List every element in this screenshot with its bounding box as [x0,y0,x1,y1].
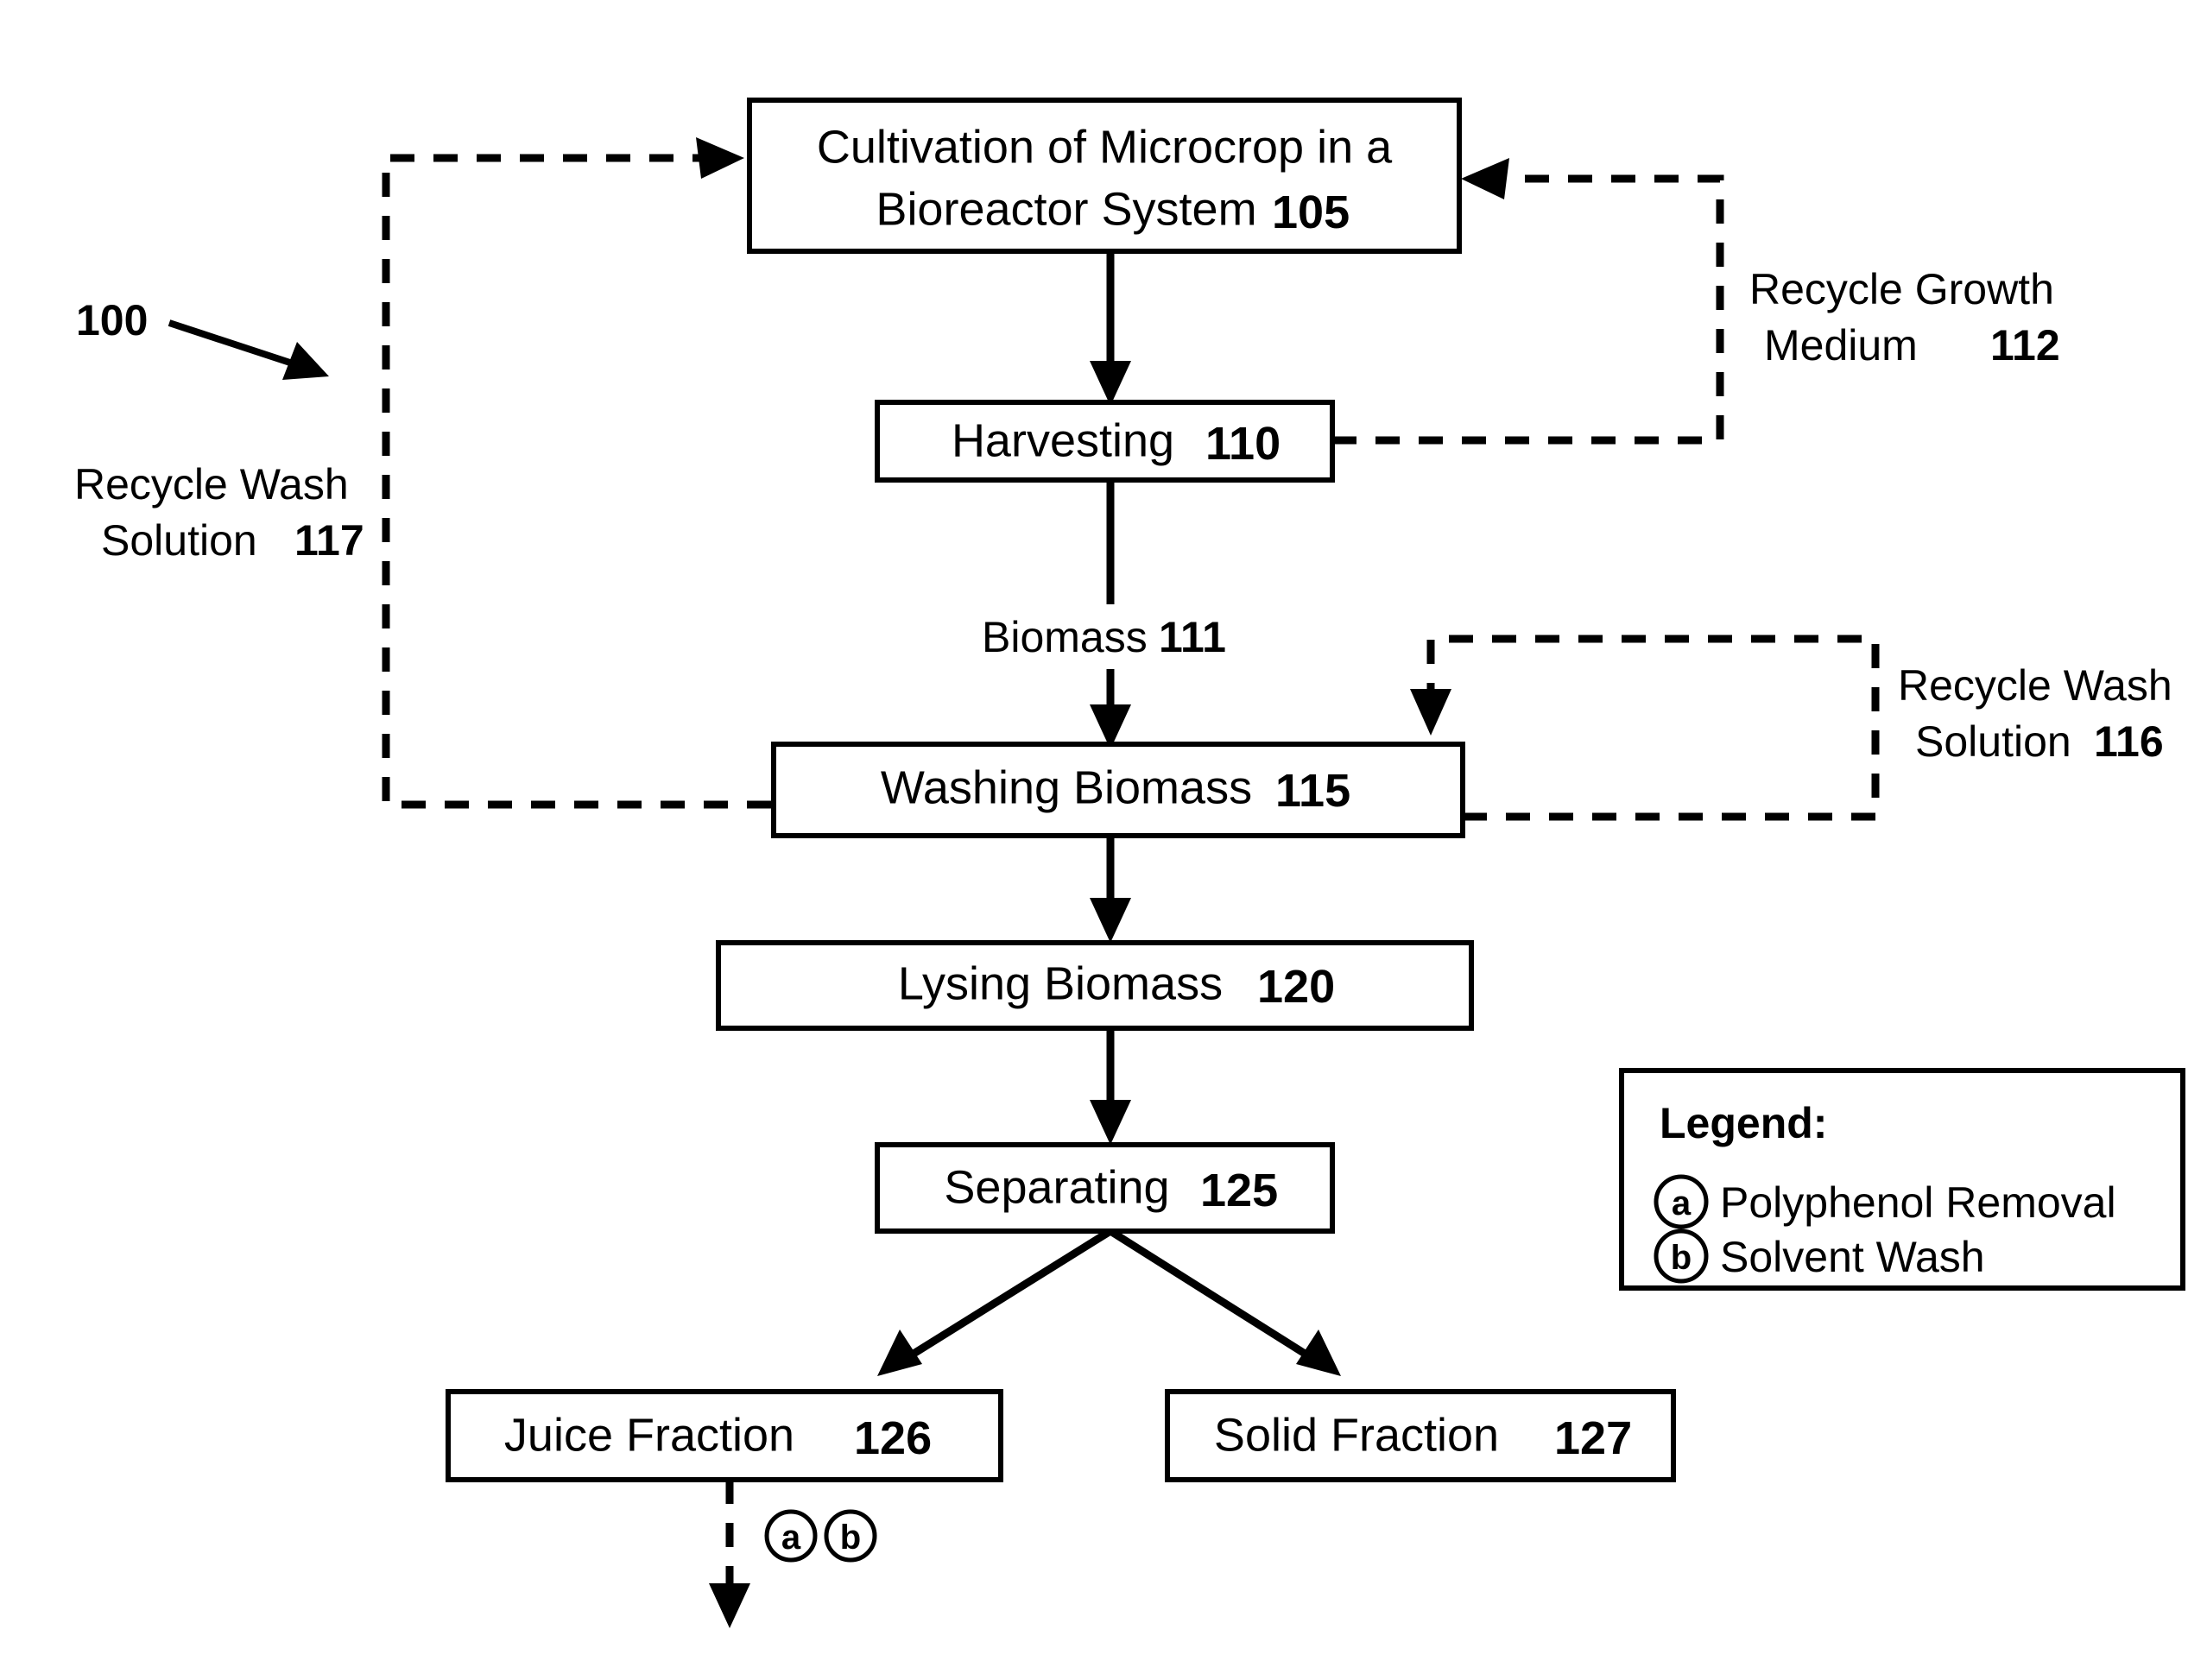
label-112-number: 112 [1990,321,2060,369]
label-112-line1: Recycle Growth [1749,265,2054,313]
box-harvesting-110[interactable]: Harvesting 110 [875,400,1335,483]
box-lysing-label: Lysing Biomass [898,957,1223,1009]
box-juice-fraction-number: 126 [854,1412,932,1464]
box-solid-fraction-label: Solid Fraction [1214,1409,1499,1461]
label-116-number: 116 [2094,717,2164,766]
box-washing-number: 115 [1275,765,1350,817]
box-separating-number: 125 [1200,1165,1278,1216]
label-117-number: 117 [294,516,364,565]
box-solid-fraction-127[interactable]: Solid Fraction 127 [1165,1389,1676,1482]
box-separating-125[interactable]: Separating 125 [875,1142,1335,1234]
label-biomass-111: Biomass 111 [982,613,1226,661]
legend-symbol-a: a [1672,1184,1692,1222]
flowchart-canvas: Cultivation of Microcrop in a Bioreactor… [74,98,2185,1628]
label-117-line1: Recycle Wash [74,460,349,508]
box-separating-label: Separating [944,1161,1169,1213]
box-cultivation-line2: Bioreactor System [876,183,1256,235]
arrow-separating-to-solid-fraction [1108,1228,1341,1376]
label-116-line2: Solution [1915,717,2071,766]
juice-fraction-output-path [709,1480,750,1628]
recycle-wash-solution-117-path [382,137,771,809]
arrow-cultivation-to-harvesting [1090,251,1131,406]
box-lysing-120[interactable]: Lysing Biomass 120 [716,940,1474,1031]
marker-a-circle: a [764,1509,818,1563]
label-116-line1: Recycle Wash [1898,661,2172,710]
box-lysing-number: 120 [1257,961,1335,1013]
label-biomass-text: Biomass [982,613,1148,661]
patent-flowchart-figure: Cultivation of Microcrop in a Bioreactor… [0,0,2207,1680]
figure-reference-numeral: 100 [76,296,148,344]
box-washing-label: Washing Biomass [881,761,1252,813]
box-solid-fraction-number: 127 [1554,1412,1632,1464]
marker-a-letter: a [781,1519,801,1557]
figure-reference-100: 100 [76,296,148,344]
label-recycle-growth-medium-112: Recycle Growth Medium 112 [1749,265,2060,369]
box-cultivation-number: 105 [1272,186,1350,238]
box-juice-fraction-label: Juice Fraction [504,1409,794,1461]
arrow-lysing-to-separating [1090,1028,1131,1145]
arrow-separating-to-juice-fraction [877,1228,1113,1376]
arrow-washing-to-lysing [1090,836,1131,943]
marker-b-circle: b [824,1509,877,1563]
legend-symbol-b: b [1671,1239,1692,1277]
label-biomass-number: 111 [1159,613,1226,661]
label-recycle-wash-solution-117: Recycle Wash Solution 117 [74,460,364,565]
legend-label-a: Polyphenol Removal [1720,1178,2116,1227]
figure-reference-arrow [168,319,329,380]
box-cultivation-105[interactable]: Cultivation of Microcrop in a Bioreactor… [747,98,1462,254]
label-117-line2: Solution [101,516,257,565]
recycle-wash-solution-116-path [1410,635,1880,821]
label-recycle-wash-solution-116: Recycle Wash Solution 116 [1898,661,2172,766]
marker-b-letter: b [840,1519,861,1557]
label-112-line2: Medium [1764,321,1918,369]
box-washing-115[interactable]: Washing Biomass 115 [771,742,1465,838]
legend-box: Legend: a Polyphenol Removal b Solvent W… [1619,1068,2185,1291]
legend-label-b: Solvent Wash [1720,1233,1985,1281]
box-harvesting-label: Harvesting [952,414,1174,466]
legend-item-a: a Polyphenol Removal [1654,1174,2116,1229]
box-cultivation-line1: Cultivation of Microcrop in a [817,121,1393,173]
legend-title: Legend: [1660,1099,1827,1147]
box-juice-fraction-126[interactable]: Juice Fraction 126 [446,1389,1003,1482]
box-harvesting-number: 110 [1205,418,1281,470]
